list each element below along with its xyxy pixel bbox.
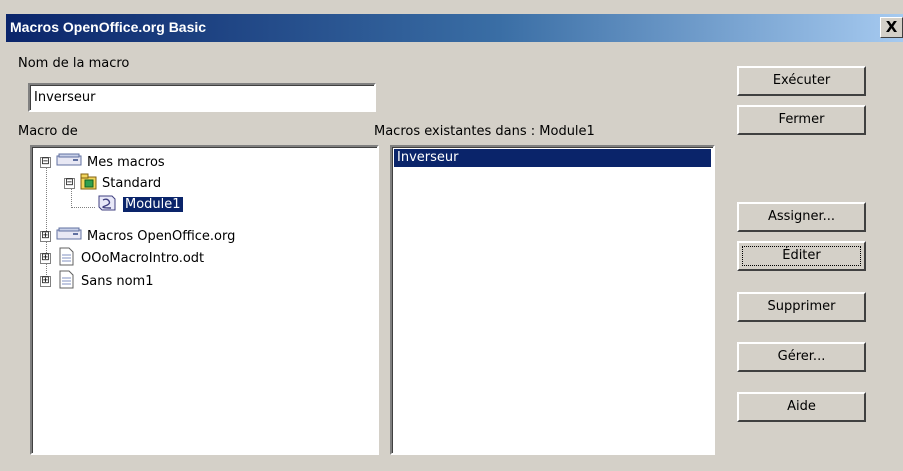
title-bar: Macros OpenOffice.org Basic X [6,14,903,42]
tree-item-sans-nom1[interactable]: ⊞ Sans nom1 [40,270,154,293]
macro-name-input[interactable] [30,85,374,110]
tree-item-mes-macros[interactable]: ⊟ Mes macros [40,152,165,172]
assign-button[interactable]: Assigner... [737,202,866,232]
existing-macros-list[interactable]: Inverseur [390,145,715,455]
tree-item-label: Macros OpenOffice.org [87,228,236,244]
list-item-inverseur[interactable]: Inverseur [394,149,711,167]
tree-item-label: Mes macros [87,154,165,170]
tree-item-label: Module1 [123,196,183,212]
tree-item-ooomacrointro[interactable]: ⊞ OOoMacroIntro.odt [40,247,205,270]
macro-name-label: Nom de la macro [18,56,130,71]
tree-item-module1[interactable]: Module1 [96,194,183,214]
macro-from-label: Macro de [18,124,78,139]
basic-library-icon [80,173,97,194]
document-icon [56,247,76,270]
document-icon [56,270,76,293]
tree-item-label: OOoMacroIntro.odt [81,250,205,266]
tree-connector [71,207,95,208]
library-drive-icon [56,227,82,245]
library-drive-icon [56,153,82,171]
close-dialog-button[interactable]: Fermer [737,105,866,135]
macro-name-field-box [28,83,376,112]
delete-button[interactable]: Supprimer [737,292,866,322]
help-button[interactable]: Aide [737,392,866,422]
expand-icon[interactable]: ⊞ [40,230,51,242]
run-button[interactable]: Exécuter [737,66,866,96]
tree-item-macros-openoffice[interactable]: ⊞ Macros OpenOffice.org [40,226,235,246]
tree-item-standard[interactable]: ⊟ Standard [64,173,161,193]
library-tree[interactable]: ⊟ Mes macros ⊟ Standard Module1 ⊞ Macros… [30,145,379,455]
tree-item-label: Sans nom1 [81,273,154,289]
collapse-icon[interactable]: ⊟ [64,177,75,189]
existing-macros-label: Macros existantes dans : Module1 [374,124,595,139]
tree-item-label: Standard [102,175,162,191]
window-title: Macros OpenOffice.org Basic [10,19,207,35]
basic-module-icon [96,193,118,216]
manage-button[interactable]: Gérer... [737,342,866,372]
expand-icon[interactable]: ⊞ [40,252,51,264]
dialog-body: Nom de la macro Macro de ⊟ Mes macros ⊟ … [6,42,903,465]
edit-button[interactable]: Éditer [737,241,866,271]
collapse-icon[interactable]: ⊟ [40,156,51,168]
close-button[interactable]: X [880,17,903,38]
expand-icon[interactable]: ⊞ [40,275,51,287]
